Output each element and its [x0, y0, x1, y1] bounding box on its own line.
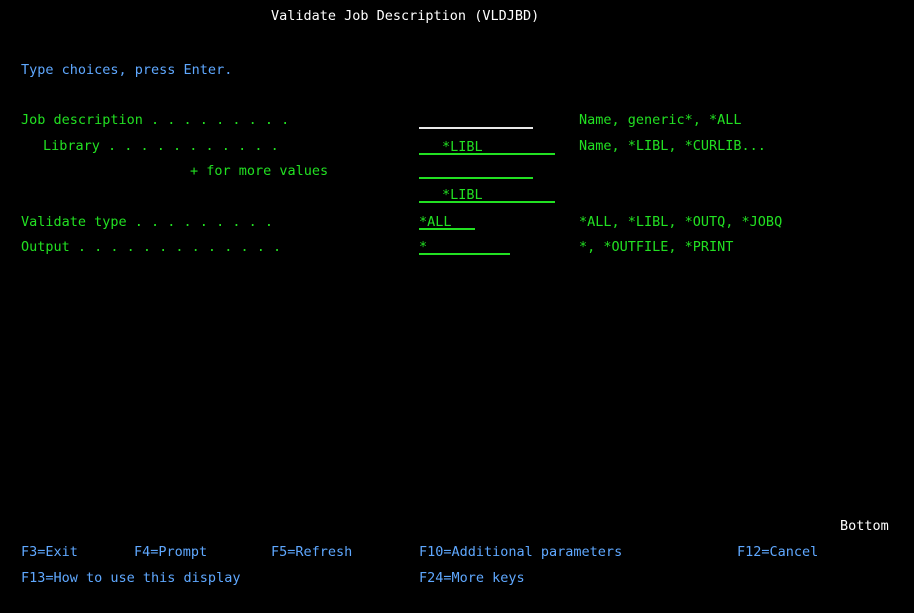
library-help: Name, *LIBL, *CURLIB...	[579, 138, 766, 154]
output-input[interactable]: *	[419, 239, 510, 255]
library-input[interactable]: *LIBL	[419, 139, 555, 155]
instruction-text: Type choices, press Enter.	[21, 62, 233, 78]
f24-more-keys-key[interactable]: F24=More keys	[419, 571, 525, 586]
validate-type-label: Validate type . . . . . . . . .	[21, 214, 273, 230]
more-values-input-1[interactable]	[419, 163, 533, 179]
bottom-marker: Bottom	[840, 518, 889, 534]
f12-cancel-key[interactable]: F12=Cancel	[737, 545, 818, 560]
more-values-label: + for more values	[190, 163, 329, 179]
output-help: *, *OUTFILE, *PRINT	[579, 239, 734, 255]
more-values-input-2[interactable]: *LIBL	[419, 187, 555, 203]
f10-additional-parameters-key[interactable]: F10=Additional parameters	[419, 545, 622, 560]
validate-type-input[interactable]: *ALL	[419, 214, 475, 230]
job-description-help: Name, generic*, *ALL	[579, 112, 742, 128]
screen-title: Validate Job Description (VLDJBD)	[271, 8, 540, 24]
f5-refresh-key[interactable]: F5=Refresh	[271, 545, 352, 560]
library-label: Library . . . . . . . . . . .	[43, 138, 279, 154]
job-description-label: Job description . . . . . . . . .	[21, 112, 290, 128]
f3-exit-key[interactable]: F3=Exit	[21, 545, 78, 560]
f13-help-key[interactable]: F13=How to use this display	[21, 571, 240, 586]
job-description-input[interactable]	[419, 113, 533, 129]
f4-prompt-key[interactable]: F4=Prompt	[134, 545, 207, 560]
validate-type-help: *ALL, *LIBL, *OUTQ, *JOBQ	[579, 214, 783, 230]
output-label: Output . . . . . . . . . . . . .	[21, 239, 282, 255]
